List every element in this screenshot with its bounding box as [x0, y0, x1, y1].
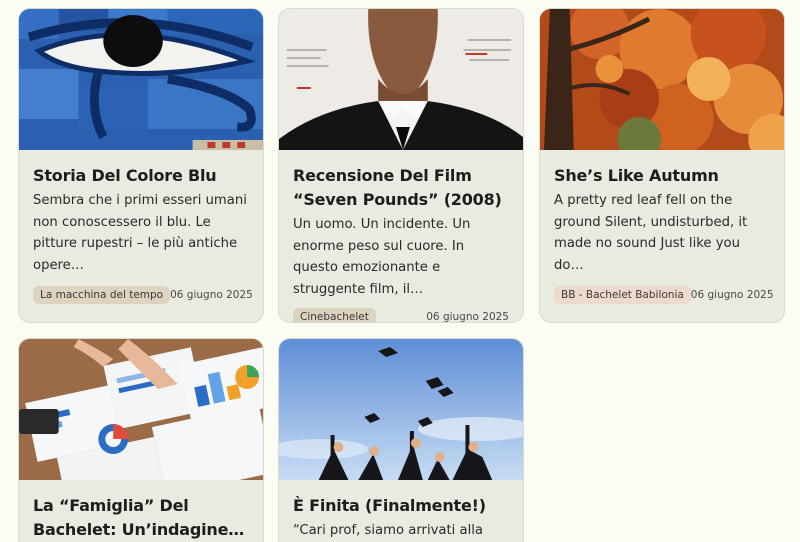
- category-tag[interactable]: La macchina del tempo: [33, 286, 171, 304]
- article-card[interactable]: Storia Del Colore Blu Sembra che i primi…: [18, 8, 264, 323]
- card-title[interactable]: È Finita (Finalmente!): [293, 494, 509, 518]
- card-title[interactable]: La “Famiglia” Del Bachelet: Un’indagine…: [33, 494, 249, 542]
- card-image-man-in-suit[interactable]: [279, 9, 523, 150]
- category-tag[interactable]: Cinebachelet: [293, 308, 376, 322]
- article-card[interactable]: Recensione Del Film “Seven Pounds” (2008…: [278, 8, 524, 323]
- category-tag[interactable]: BB - Bachelet Babilonia: [554, 286, 691, 304]
- card-excerpt: “Cari prof, siamo arrivati alla fine!”: [293, 523, 484, 538]
- card-image-eye-mosaic[interactable]: [19, 9, 263, 150]
- card-title[interactable]: Storia Del Colore Blu: [33, 164, 249, 188]
- card-image-charts-table[interactable]: [19, 339, 263, 480]
- article-card[interactable]: She’s Like Autumn A pretty red leaf fell…: [539, 8, 785, 323]
- card-image-graduation[interactable]: [279, 339, 523, 480]
- article-card[interactable]: È Finita (Finalmente!) “Cari prof, siamo…: [278, 338, 524, 542]
- article-card[interactable]: La “Famiglia” Del Bachelet: Un’indagine…: [18, 338, 264, 542]
- card-excerpt: Sembra che i primi esseri umani non cono…: [33, 193, 247, 273]
- card-date: 06 giugno 2025: [170, 289, 253, 301]
- card-date: 06 giugno 2025: [690, 289, 774, 301]
- card-title[interactable]: Recensione Del Film “Seven Pounds” (2008…: [293, 164, 509, 212]
- card-image-autumn-tree[interactable]: [540, 9, 784, 150]
- card-excerpt: Un uomo. Un incidente. Un enorme peso su…: [293, 217, 471, 297]
- card-title[interactable]: She’s Like Autumn: [554, 164, 770, 188]
- card-date: 06 giugno 2025: [426, 311, 509, 323]
- card-excerpt: A pretty red leaf fell on the ground Sil…: [554, 193, 748, 273]
